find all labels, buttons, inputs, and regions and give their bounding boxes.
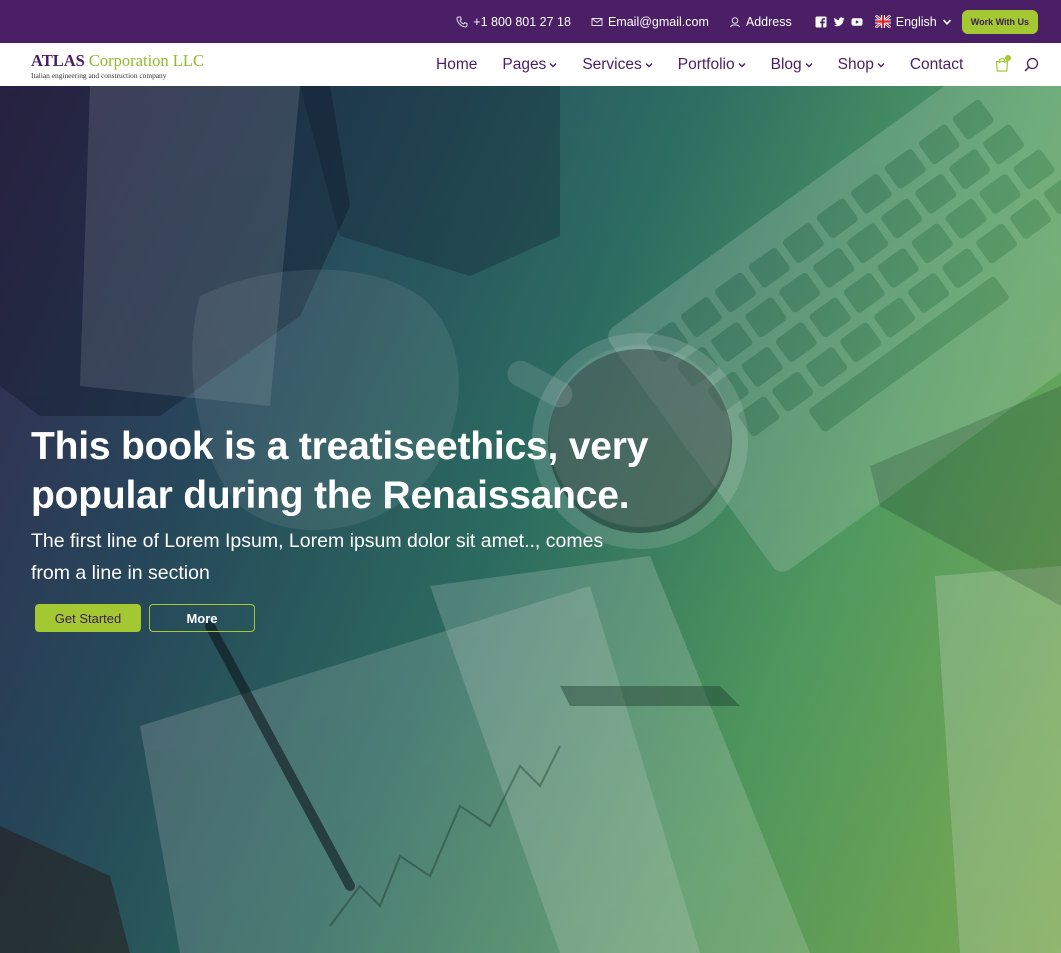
nav-item-label: Services (582, 55, 642, 73)
social-links (815, 16, 863, 28)
facebook-icon[interactable] (815, 16, 827, 28)
hero-title-line-2: popular during the Renaissance. (31, 474, 630, 517)
work-with-us-button[interactable]: Work With Us (961, 9, 1038, 34)
location-icon (729, 16, 741, 28)
main-navbar: ATLAS Corporation LLC Italian engineerin… (0, 43, 1061, 86)
address-link[interactable]: Address (729, 15, 792, 29)
hero-section: This book is a treatiseethics, very popu… (0, 86, 1061, 953)
nav-item-label: Contact (909, 55, 964, 73)
hero-content: This book is a treatiseethics, very popu… (31, 422, 711, 632)
logo[interactable]: ATLAS Corporation LLC Italian engineerin… (31, 51, 204, 80)
chevron-down-icon (942, 17, 952, 27)
nav-item-label: Pages (502, 55, 547, 73)
nav-item-label: Home (436, 55, 478, 73)
nav-item-shop[interactable]: Shop (838, 56, 885, 74)
more-button[interactable]: More (149, 604, 255, 632)
language-selector[interactable]: English (873, 13, 952, 30)
nav-item-portfolio[interactable]: Portfolio (678, 56, 746, 74)
phone-number: +1 800 801 27 18 (473, 14, 571, 29)
nav-item-blog[interactable]: Blog (771, 56, 813, 74)
logo-wordmark: ATLAS Corporation LLC (31, 51, 204, 70)
mail-icon (591, 16, 603, 28)
email-address: Email@gmail.com (607, 14, 709, 29)
nav-item-label: Shop (837, 55, 874, 73)
language-label: English (895, 14, 937, 29)
youtube-icon[interactable] (851, 16, 863, 28)
hero-buttons: Get Started More (35, 604, 711, 632)
search-icon[interactable] (1024, 57, 1039, 72)
hero-title: This book is a treatiseethics, very popu… (31, 422, 711, 520)
get-started-button[interactable]: Get Started (35, 604, 141, 632)
logo-name-accent: Corporation LLC (88, 51, 204, 70)
primary-menu: Home Pages Services Portfolio Blog Shop … (436, 43, 988, 86)
chevron-down-icon (805, 61, 813, 69)
nav-item-services[interactable]: Services (582, 55, 653, 74)
uk-flag-icon (873, 13, 892, 30)
chevron-down-icon (738, 61, 746, 69)
logo-name: ATLAS (31, 51, 85, 70)
top-bar: +1 800 801 27 18 Email@gmail.com Address (0, 0, 1061, 43)
logo-tagline: Italian engineering and construction com… (31, 70, 167, 80)
chevron-down-icon (645, 61, 653, 69)
hero-title-line-1: This book is a treatiseethics, very (31, 425, 649, 468)
nav-item-label: Blog (770, 55, 802, 73)
nav-item-label: Portfolio (677, 55, 735, 73)
chevron-down-icon (877, 61, 885, 69)
hero-subtitle-line-1: The first line of Lorem Ipsum, Lorem ips… (31, 530, 604, 552)
twitter-icon[interactable] (833, 16, 845, 28)
hero-subtitle-line-2: from a line in section (31, 562, 210, 584)
hero-subtitle: The first line of Lorem Ipsum, Lorem ips… (31, 525, 631, 589)
phone-link[interactable]: +1 800 801 27 18 (456, 15, 571, 29)
email-link[interactable]: Email@gmail.com (591, 15, 709, 29)
cart-count-badge (1005, 55, 1011, 61)
nav-item-home[interactable]: Home (436, 56, 477, 74)
phone-icon (456, 16, 468, 28)
nav-item-contact[interactable]: Contact (910, 56, 963, 74)
nav-item-pages[interactable]: Pages (502, 56, 557, 74)
chevron-down-icon (549, 61, 557, 69)
address-text: Address (745, 14, 792, 29)
